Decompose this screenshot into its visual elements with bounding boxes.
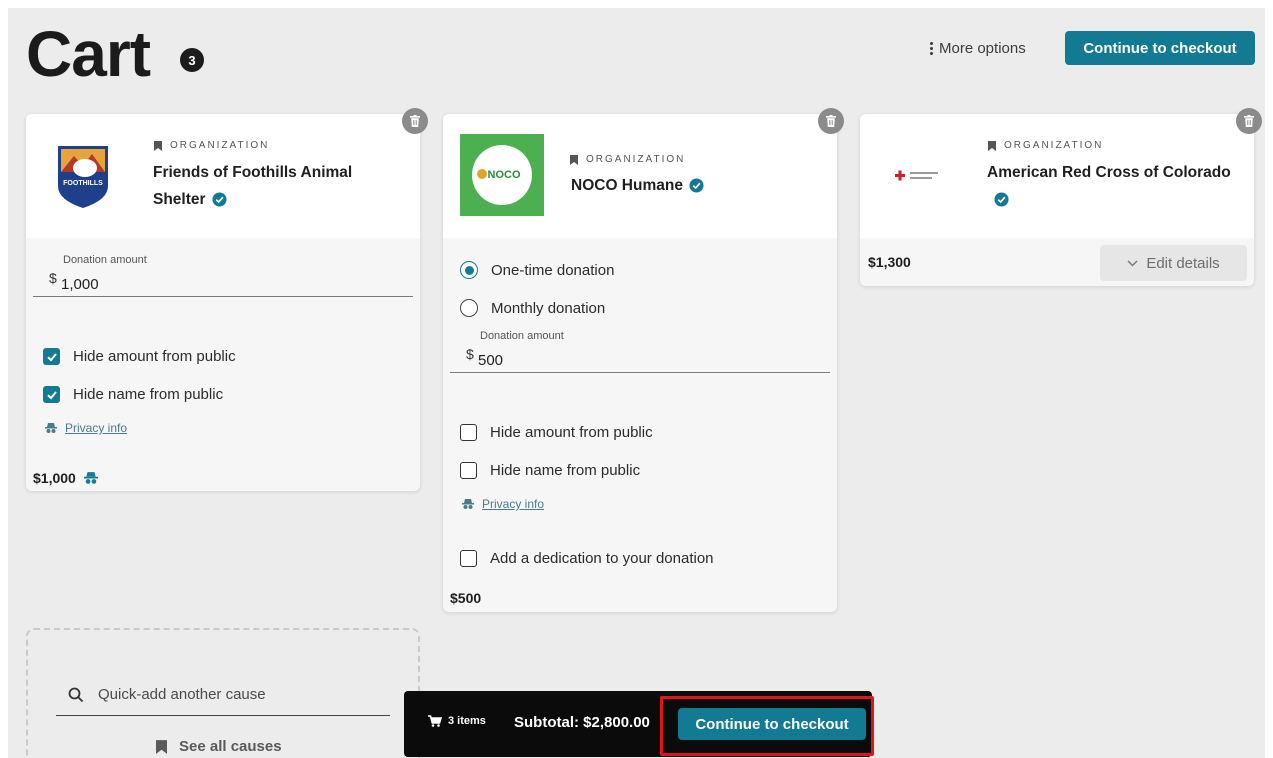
page-title: Cart (26, 18, 151, 90)
monthly-donation-radio[interactable]: Monthly donation (460, 299, 605, 317)
org-logo-text: FOOTHILLS (63, 180, 103, 187)
more-options-button[interactable]: More options (930, 37, 1026, 59)
remove-item-button[interactable] (818, 108, 844, 134)
edit-details-button[interactable]: Edit details (1100, 245, 1247, 281)
org-type-label: ORGANIZATION (570, 154, 685, 165)
donation-amount-field[interactable]: Donation amount $ 500 (450, 328, 830, 373)
radio-unselected-icon (460, 299, 478, 317)
bookmark-icon (988, 140, 996, 151)
org-type-label: ORGANIZATION (154, 140, 269, 151)
hide-amount-checkbox[interactable]: Hide amount from public (43, 348, 236, 365)
cart-item-foothills: FOOTHILLS ORGANIZATION Friends of Foothi… (26, 114, 420, 491)
checkbox-checked-icon (43, 386, 60, 403)
privacy-info-link[interactable]: Privacy info (482, 497, 544, 511)
privacy-info: Privacy info (462, 497, 544, 511)
trash-icon (410, 115, 420, 127)
card-total: $1,300 (868, 254, 911, 270)
quick-add-placeholder: Quick-add another cause (98, 686, 266, 703)
verified-icon (689, 178, 704, 193)
incognito-icon (45, 422, 57, 433)
org-header: FOOTHILLS ORGANIZATION Friends of Foothi… (26, 114, 420, 238)
currency-symbol: $ (466, 346, 474, 362)
org-name: Friends of Foothills Animal Shelter (153, 164, 353, 208)
org-logo-text: NOCO (488, 169, 521, 181)
hide-amount-checkbox[interactable]: Hide amount from public (460, 424, 653, 441)
org-header: NOCO ORGANIZATION NOCO Humane (443, 114, 837, 238)
donation-amount-value: 1,000 (61, 276, 99, 293)
bookmark-icon (156, 739, 167, 754)
org-name: NOCO Humane (571, 172, 704, 199)
remove-item-button[interactable] (1236, 108, 1262, 134)
checkout-bar: 3 items Subtotal: $2,800.00 Continue to … (404, 691, 872, 757)
remove-item-button[interactable] (402, 108, 428, 134)
incognito-icon (462, 498, 474, 509)
chevron-down-icon (1127, 259, 1138, 267)
trash-icon (1244, 115, 1254, 127)
bottom-checkout-button[interactable]: Continue to checkout (678, 708, 866, 740)
checkbox-unchecked-icon (460, 550, 477, 567)
more-options-label: More options (939, 39, 1026, 57)
org-logo (892, 168, 948, 184)
org-header: ORGANIZATION American Red Cross of Color… (860, 114, 1254, 238)
search-icon (68, 687, 84, 702)
checkbox-unchecked-icon (460, 462, 477, 479)
kebab-icon (930, 41, 933, 55)
donation-amount-value: 500 (478, 352, 504, 369)
dedication-checkbox[interactable]: Add a dedication to your donation (460, 550, 714, 567)
quick-add-search-input[interactable]: Quick-add another cause (56, 674, 390, 716)
org-logo: NOCO (460, 134, 544, 216)
org-name: American Red Cross of Colorado (987, 159, 1247, 216)
donation-amount-label: Donation amount (480, 330, 564, 342)
subtotal: Subtotal: $2,800.00 (514, 714, 650, 731)
checkbox-checked-icon (43, 348, 60, 365)
trash-icon (826, 115, 836, 127)
see-all-causes-link[interactable]: See all causes (156, 738, 282, 755)
cart-icon (428, 715, 442, 727)
bookmark-icon (154, 140, 162, 151)
org-type-label: ORGANIZATION (988, 140, 1103, 151)
cart-page: Cart 3 More options Continue to checkout… (8, 8, 1265, 758)
org-logo: FOOTHILLS (52, 138, 114, 210)
privacy-info-link[interactable]: Privacy info (65, 421, 127, 435)
cart-item-noco: NOCO ORGANIZATION NOCO Humane One-time d… (443, 114, 837, 612)
privacy-info: Privacy info (45, 421, 127, 435)
radio-selected-icon (460, 261, 478, 279)
verified-icon (212, 192, 227, 207)
hide-name-checkbox[interactable]: Hide name from public (460, 462, 640, 479)
donation-amount-field[interactable]: Donation amount $ 1,000 (33, 252, 413, 297)
header-checkout-button[interactable]: Continue to checkout (1065, 31, 1255, 65)
quick-add-panel: Quick-add another cause See all causes (26, 628, 420, 758)
incognito-icon (83, 471, 98, 484)
verified-icon (994, 192, 1009, 207)
donation-amount-label: Donation amount (63, 254, 147, 266)
checkbox-unchecked-icon (460, 424, 477, 441)
one-time-donation-radio[interactable]: One-time donation (460, 261, 614, 279)
bookmark-icon (570, 154, 578, 165)
card-total: $1,000 (33, 470, 98, 486)
card-total: $500 (450, 590, 482, 606)
hide-name-checkbox[interactable]: Hide name from public (43, 386, 223, 403)
cart-count-badge: 3 (180, 48, 204, 72)
cart-items-summary: 3 items (428, 715, 486, 727)
cart-item-red-cross: ORGANIZATION American Red Cross of Color… (860, 114, 1254, 286)
currency-symbol: $ (49, 270, 57, 286)
